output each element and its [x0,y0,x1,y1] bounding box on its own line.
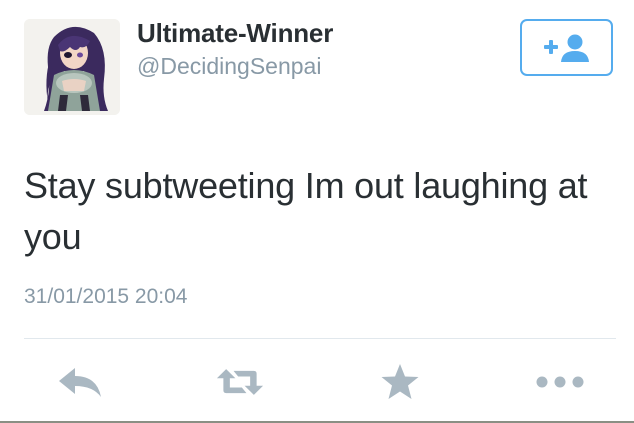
display-name[interactable]: Ultimate-Winner [137,18,333,49]
tweet-timestamp[interactable]: 31/01/2015 20:04 [24,285,188,309]
add-user-icon [543,34,589,62]
follow-button[interactable] [520,19,613,76]
avatar[interactable] [24,19,120,115]
user-handle[interactable]: @DecidingSenpai [137,53,321,80]
tweet-text: Stay subtweeting Im out laughing at you [24,165,588,257]
avatar-illustration [24,19,120,115]
favorite-star-icon [381,364,419,399]
more-icon [536,376,584,388]
retweet-button[interactable] [216,360,264,404]
divider [24,338,616,339]
more-button[interactable] [536,360,584,404]
retweet-icon [216,369,264,395]
tweet-detail: Ultimate-Winner @DecidingSenpai Stay sub… [0,0,634,423]
reply-button[interactable] [56,360,104,404]
reply-icon [59,368,101,397]
favorite-button[interactable] [376,360,424,404]
